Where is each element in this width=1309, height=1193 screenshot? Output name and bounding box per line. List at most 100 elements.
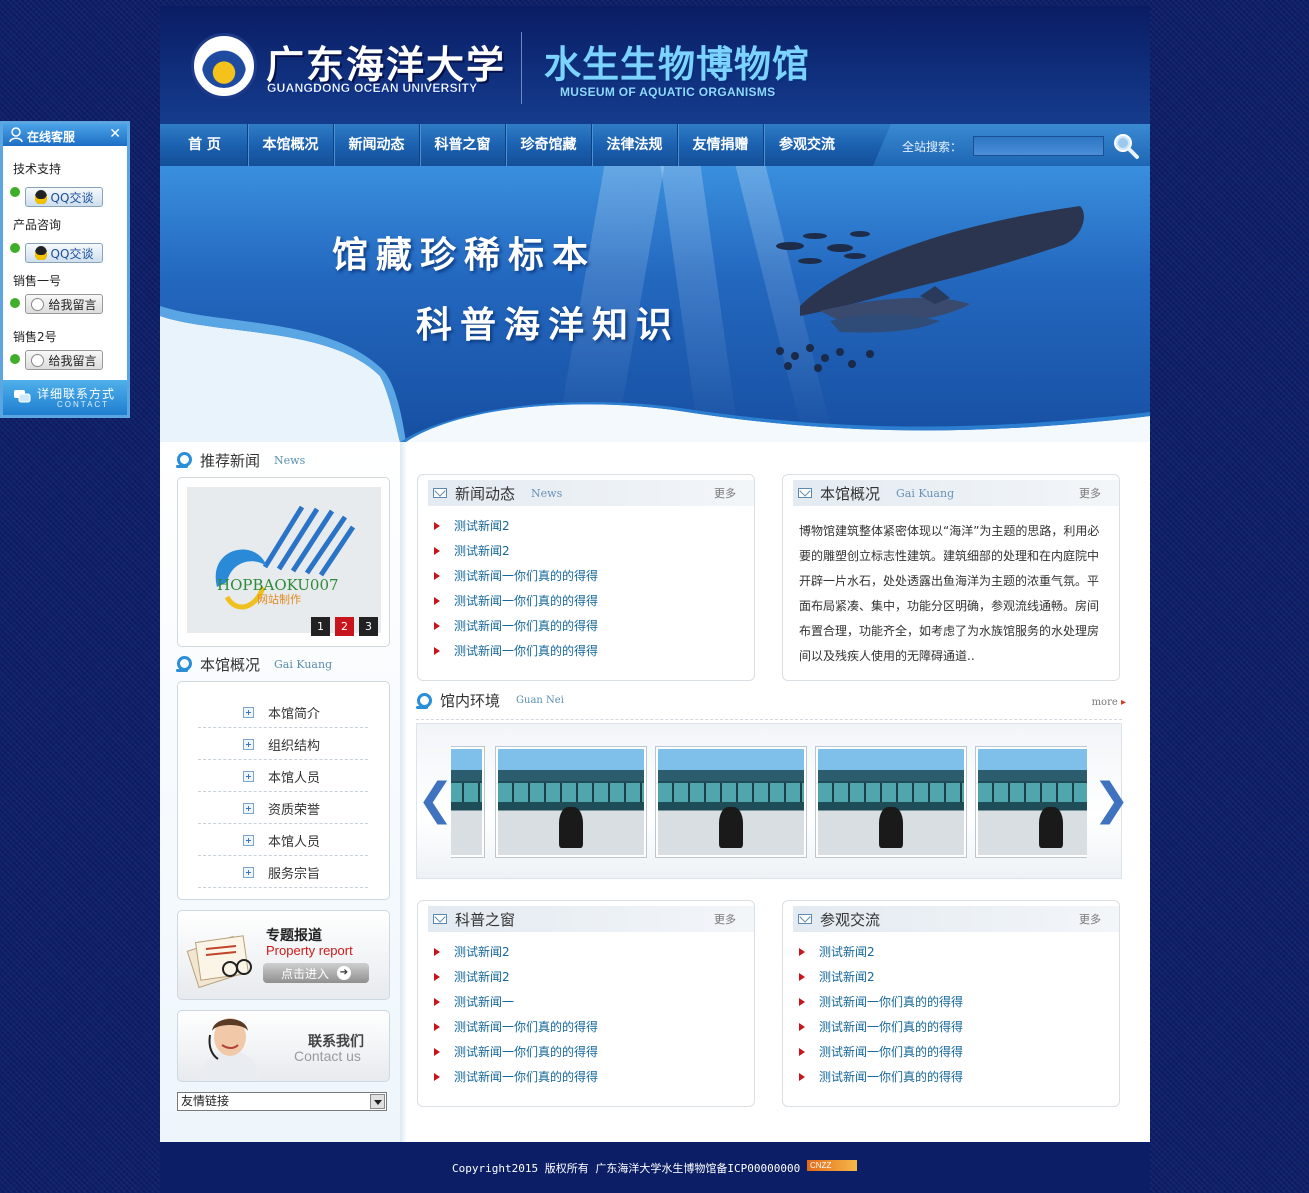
nav-donation[interactable]: 友情捐赠 xyxy=(678,124,764,166)
list-item[interactable]: 测试新闻一你们真的的得得 xyxy=(434,1039,598,1064)
list-item[interactable]: 测试新闻一 xyxy=(434,989,598,1014)
menu-item-intro[interactable]: 本馆简介 xyxy=(198,698,368,728)
service-group-label: 销售2号 xyxy=(13,330,57,344)
news-link[interactable]: 测试新闻2 xyxy=(454,542,510,559)
contact-us-banner[interactable]: 联系我们 Contact us xyxy=(177,1010,390,1082)
news-link[interactable]: 测试新闻一你们真的的得得 xyxy=(819,1018,963,1035)
list-item[interactable]: 测试新闻2 xyxy=(434,538,598,563)
close-icon[interactable]: ✕ xyxy=(109,126,121,142)
plus-icon xyxy=(243,835,254,846)
news-link[interactable]: 测试新闻一 xyxy=(454,993,514,1010)
list-item[interactable]: 测试新闻2 xyxy=(799,939,963,964)
message-icon xyxy=(31,353,45,367)
news-link[interactable]: 测试新闻2 xyxy=(819,943,875,960)
news-link[interactable]: 测试新闻2 xyxy=(454,943,510,960)
gallery-more-link[interactable]: more ▸ xyxy=(1092,697,1126,708)
qq-chat-label: QQ交谈 xyxy=(50,190,94,205)
plus-icon xyxy=(243,803,254,814)
banner-headline-1: 馆藏珍稀标本 xyxy=(332,235,597,276)
menu-item-purpose[interactable]: 服务宗旨 xyxy=(198,858,368,888)
menu-item-staff[interactable]: 本馆人员 xyxy=(198,762,368,792)
leave-message-button[interactable]: 给我留言 xyxy=(25,294,103,314)
news-link[interactable]: 测试新闻2 xyxy=(454,968,510,985)
news-slide-image[interactable]: HOPBAOKU007 网站制作 1 2 3 xyxy=(187,487,381,636)
main-content: 新闻动态 News 更多 测试新闻2 测试新闻2 测试新闻一你们真的的得得 测试… xyxy=(406,442,1150,1142)
contact-subtitle: Contact us xyxy=(294,1048,361,1064)
bullet-icon xyxy=(434,1047,440,1056)
news-link[interactable]: 测试新闻一你们真的的得得 xyxy=(454,1068,598,1085)
envelope-icon xyxy=(433,488,447,498)
special-report-banner[interactable]: 专题报道 Property report 点击进入 ➔ xyxy=(177,910,390,1000)
qq-chat-button[interactable]: QQ交谈 xyxy=(25,187,103,207)
news-link[interactable]: 测试新闻一你们真的的得得 xyxy=(454,1018,598,1035)
news-link[interactable]: 测试新闻2 xyxy=(819,968,875,985)
news-link[interactable]: 测试新闻一你们真的的得得 xyxy=(454,642,598,659)
menu-item-honors[interactable]: 资质荣誉 xyxy=(198,794,368,824)
friend-links-select[interactable]: 友情链接 xyxy=(177,1092,387,1111)
news-link[interactable]: 测试新闻一你们真的的得得 xyxy=(454,567,598,584)
user-icon xyxy=(9,127,23,143)
list-item[interactable]: 测试新闻一你们真的的得得 xyxy=(799,989,963,1014)
bullet-icon xyxy=(434,546,440,555)
more-link[interactable]: 更多 xyxy=(714,911,736,927)
more-link[interactable]: 更多 xyxy=(1079,911,1101,927)
more-link[interactable]: 更多 xyxy=(1079,485,1101,501)
news-link[interactable]: 测试新闻一你们真的的得得 xyxy=(454,1043,598,1060)
list-item[interactable]: 测试新闻一你们真的的得得 xyxy=(434,613,598,638)
enter-button[interactable]: 点击进入 ➔ xyxy=(263,963,369,983)
chevron-left-icon[interactable]: ❮ xyxy=(417,774,454,825)
nav-visit[interactable]: 参观交流 xyxy=(764,124,850,166)
list-item[interactable]: 测试新闻一你们真的的得得 xyxy=(799,1039,963,1064)
gallery-thumbnail[interactable] xyxy=(451,746,485,858)
list-item[interactable]: 测试新闻2 xyxy=(434,964,598,989)
nav-law[interactable]: 法律法规 xyxy=(592,124,678,166)
cnzz-badge[interactable]: CNZZ xyxy=(807,1160,857,1171)
gallery-thumbnail[interactable] xyxy=(655,746,807,858)
list-item[interactable]: 测试新闻2 xyxy=(434,939,598,964)
list-item[interactable]: 测试新闻2 xyxy=(434,513,598,538)
more-link[interactable]: 更多 xyxy=(714,485,736,501)
promo-subtitle: Property report xyxy=(266,943,353,958)
search-input[interactable] xyxy=(973,136,1104,156)
chevron-right-icon[interactable]: ❯ xyxy=(1093,774,1130,825)
news-link[interactable]: 测试新闻2 xyxy=(454,517,510,534)
qq-chat-button[interactable]: QQ交谈 xyxy=(25,243,103,263)
slide-logo-graphic: HOPBAOKU007 网站制作 xyxy=(215,505,356,610)
news-link[interactable]: 测试新闻一你们真的的得得 xyxy=(819,993,963,1010)
news-link[interactable]: 测试新闻一你们真的的得得 xyxy=(454,592,598,609)
nav-science[interactable]: 科普之窗 xyxy=(420,124,506,166)
nav-collection[interactable]: 珍奇馆藏 xyxy=(506,124,592,166)
slide-1-button[interactable]: 1 xyxy=(311,617,330,636)
list-item[interactable]: 测试新闻一你们真的的得得 xyxy=(799,1014,963,1039)
slide-2-button[interactable]: 2 xyxy=(335,617,354,636)
list-item[interactable]: 测试新闻2 xyxy=(799,964,963,989)
online-service-widget: 在线客服 ✕ 技术支持 QQ交谈 产品咨询 QQ交谈 销售一号 给我留言 销售2… xyxy=(0,121,130,418)
menu-item-staff-2[interactable]: 本馆人员 xyxy=(198,826,368,856)
science-panel: 科普之窗 更多 测试新闻2 测试新闻2 测试新闻一 测试新闻一你们真的的得得 测… xyxy=(417,900,755,1107)
message-icon xyxy=(31,297,45,311)
news-link[interactable]: 测试新闻一你们真的的得得 xyxy=(454,617,598,634)
contact-details-button[interactable]: 详细联系方式 CONTACT xyxy=(3,380,127,415)
gallery-thumbnail[interactable] xyxy=(495,746,647,858)
chevron-down-icon[interactable] xyxy=(370,1094,385,1109)
nav-news[interactable]: 新闻动态 xyxy=(334,124,420,166)
menu-item-structure[interactable]: 组织结构 xyxy=(198,730,368,760)
list-item[interactable]: 测试新闻一你们真的的得得 xyxy=(434,638,598,663)
recommend-news-header: 推荐新闻 News xyxy=(176,449,305,471)
slide-3-button[interactable]: 3 xyxy=(359,617,378,636)
bullet-icon xyxy=(434,972,440,981)
list-item[interactable]: 测试新闻一你们真的的得得 xyxy=(434,1064,598,1089)
gallery-thumbnail[interactable] xyxy=(815,746,967,858)
leave-message-button[interactable]: 给我留言 xyxy=(25,350,103,370)
list-item[interactable]: 测试新闻一你们真的的得得 xyxy=(434,1014,598,1039)
search-icon[interactable] xyxy=(1112,132,1140,160)
list-item[interactable]: 测试新闻一你们真的的得得 xyxy=(434,563,598,588)
news-link[interactable]: 测试新闻一你们真的的得得 xyxy=(819,1043,963,1060)
list-item[interactable]: 测试新闻一你们真的的得得 xyxy=(799,1064,963,1089)
gallery-thumbnail[interactable] xyxy=(975,746,1087,858)
nav-home[interactable]: 首 页 xyxy=(162,124,248,166)
nav-about[interactable]: 本馆概况 xyxy=(248,124,334,166)
bullet-icon xyxy=(434,521,440,530)
list-item[interactable]: 测试新闻一你们真的的得得 xyxy=(434,588,598,613)
news-link[interactable]: 测试新闻一你们真的的得得 xyxy=(819,1068,963,1085)
